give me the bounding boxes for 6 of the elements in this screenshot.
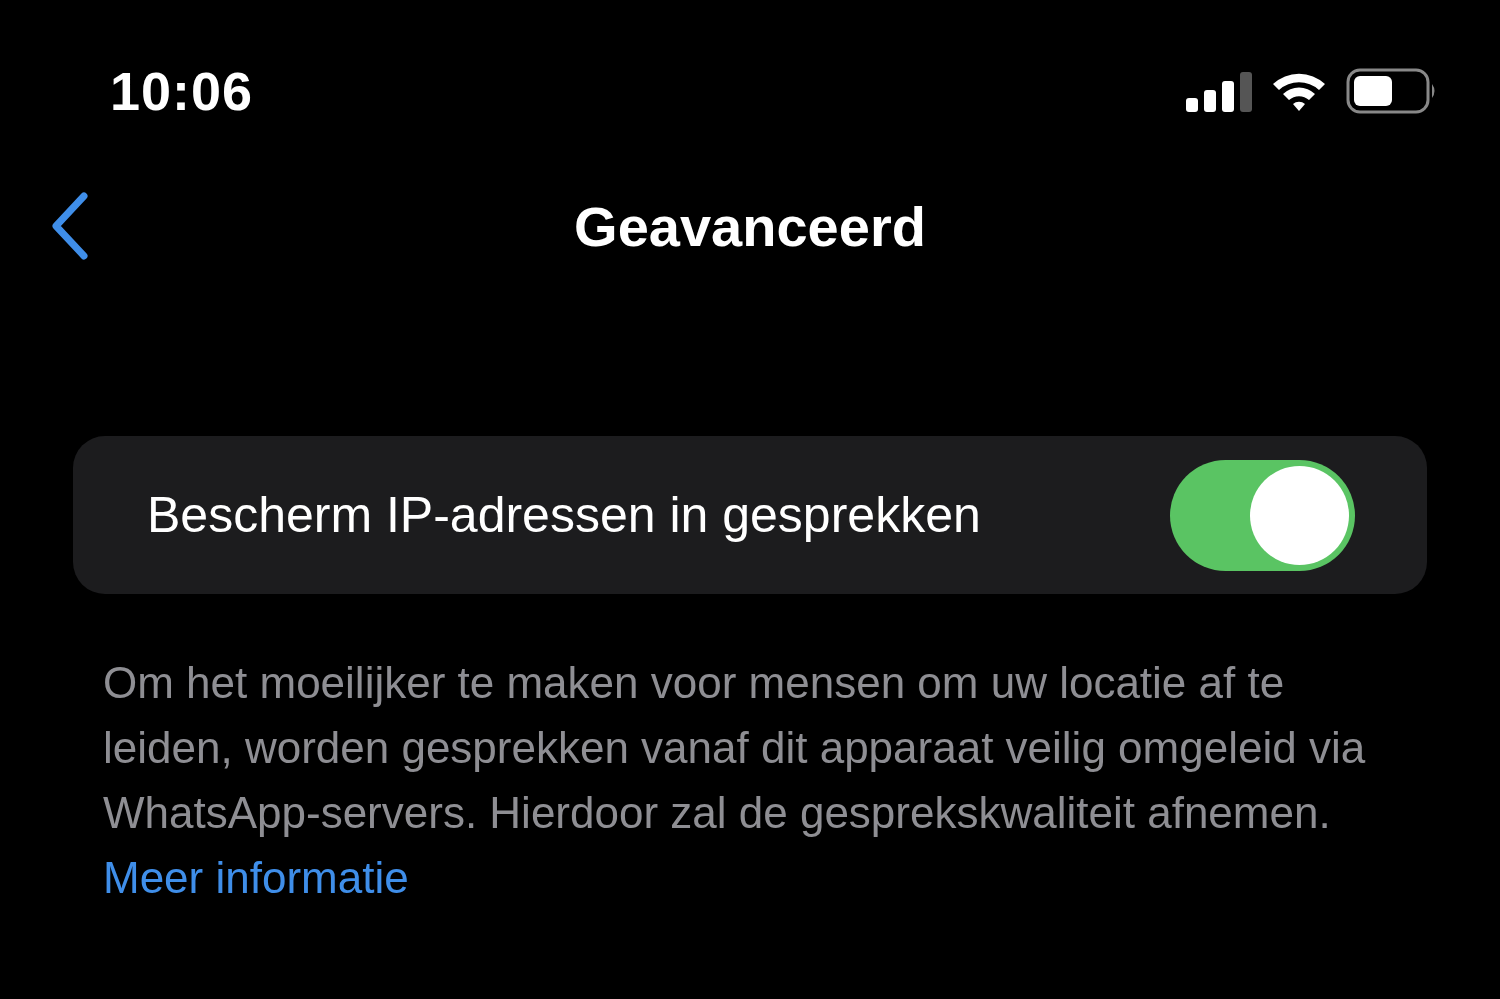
more-info-link[interactable]: Meer informatie (103, 853, 409, 902)
signal-icon (1186, 70, 1252, 112)
setting-label: Bescherm IP-adressen in gesprekken (147, 486, 981, 544)
description-text: Om het moeilijker te maken voor mensen om uw locatie af te leiden, worden gesprekken vanaf dit apparaat veilig omgeleid via WhatsApp-servers. Hierdoor zal de gesprekskwaliteit afnemen. Meer informatie (103, 657, 1367, 904)
page-title: Geavanceerd (574, 193, 926, 259)
status-time: 10:06 (110, 60, 254, 122)
